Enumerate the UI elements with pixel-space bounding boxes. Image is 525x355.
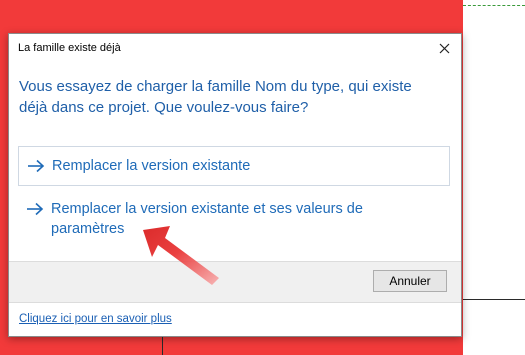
replace-existing-and-params-option[interactable]: Remplacer la version existante et ses va… — [18, 199, 450, 243]
replace-existing-and-params-label: Remplacer la version existante et ses va… — [51, 201, 363, 237]
replace-existing-label: Remplacer la version existante — [52, 158, 251, 174]
dialog-titlebar: La famille existe déjà — [9, 34, 461, 62]
replace-existing-option[interactable]: Remplacer la version existante — [18, 146, 450, 186]
close-icon — [439, 43, 449, 53]
dialog-question: Vous essayez de charger la famille Nom d… — [19, 78, 412, 116]
dialog-title: La famille existe déjà — [18, 42, 121, 54]
dialog-button-bar: Annuler — [9, 261, 461, 303]
learn-more-link[interactable]: Cliquez ici pour en savoir plus — [19, 313, 172, 325]
close-button[interactable] — [431, 36, 457, 60]
background-dashed-line — [463, 5, 525, 6]
arrow-right-icon — [26, 159, 46, 173]
background-line — [463, 299, 525, 300]
arrow-right-icon — [25, 202, 45, 216]
family-exists-dialog: La famille existe déjà Vous essayez de c… — [8, 33, 462, 337]
background-line-vertical — [162, 335, 163, 355]
cancel-button[interactable]: Annuler — [373, 270, 447, 292]
